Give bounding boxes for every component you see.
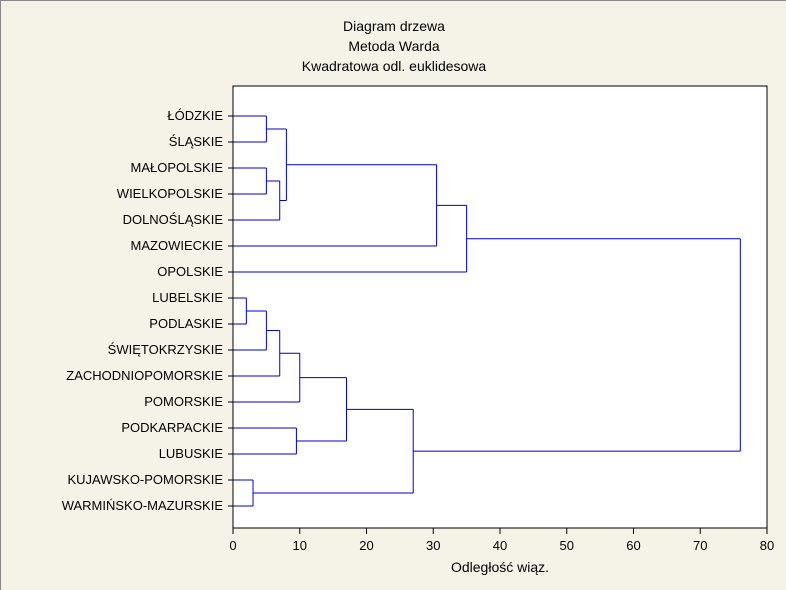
leaf-label: OPOLSKIE	[157, 264, 223, 279]
leaf-label: PODKARPACKIE	[121, 420, 223, 435]
x-tick-label: 0	[229, 538, 236, 553]
x-axis-label: Odległość wiąz.	[451, 559, 549, 575]
x-tick-label: 60	[626, 538, 640, 553]
leaf-label: ŚLĄSKIE	[169, 134, 224, 149]
leaf-label: ŚWIĘTOKRZYSKIE	[108, 342, 224, 357]
x-tick-label: 80	[760, 538, 774, 553]
leaf-label: MAZOWIECKIE	[131, 238, 224, 253]
x-tick-label: 50	[560, 538, 574, 553]
x-tick-label: 10	[293, 538, 307, 553]
leaf-label: KUJAWSKO-POMORSKIE	[67, 472, 223, 487]
chart-container: { "chart_data": { "type": "dendrogram", …	[0, 0, 786, 590]
leaf-label: ZACHODNIOPOMORSKIE	[66, 368, 223, 383]
x-tick-label: 40	[493, 538, 507, 553]
chart-title: Diagram drzewa	[343, 18, 445, 34]
chart-subtitle-2: Kwadratowa odl. euklidesowa	[302, 58, 487, 74]
leaf-label: PODLASKIE	[149, 316, 223, 331]
chart-subtitle-1: Metoda Warda	[348, 38, 440, 54]
dendrogram-svg: Diagram drzewa Metoda Warda Kwadratowa odl…	[1, 1, 786, 590]
leaf-label: LUBUSKIE	[159, 446, 224, 461]
leaf-label: WIELKOPOLSKIE	[117, 186, 224, 201]
leaf-label: LUBELSKIE	[152, 290, 223, 305]
leaf-label: MAŁOPOLSKIE	[131, 160, 224, 175]
plot-frame	[233, 86, 767, 528]
x-tick-label: 70	[693, 538, 707, 553]
x-tick-label: 30	[426, 538, 440, 553]
leaf-label: POMORSKIE	[144, 394, 223, 409]
leaf-label: WARMIŃSKO-MAZURSKIE	[62, 498, 224, 513]
x-tick-label: 20	[359, 538, 373, 553]
leaf-label: ŁÓDZKIE	[167, 108, 223, 123]
leaf-label: DOLNOŚLĄSKIE	[123, 212, 224, 227]
